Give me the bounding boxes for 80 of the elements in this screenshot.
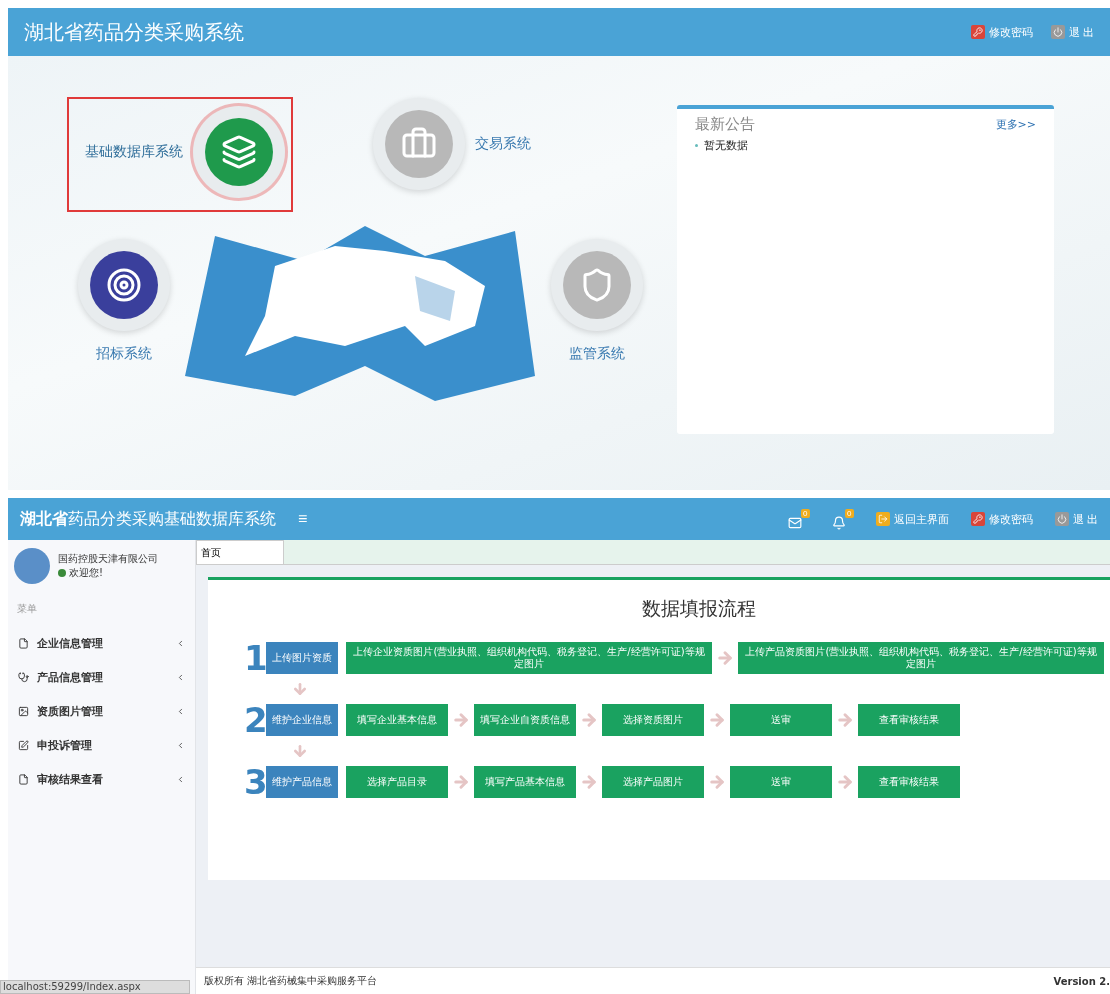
count-badge: 0 [845, 508, 854, 518]
chevron-icon [176, 638, 185, 648]
more-link[interactable]: 更多>> [995, 117, 1036, 132]
mail-icon [787, 515, 802, 530]
flow-step: 上传企业资质图片(营业执照、组织机构代码、税务登记、生产/经营许可证)等规定图片 [346, 642, 712, 674]
bullet-icon [695, 144, 698, 147]
system-label[interactable]: 基础数据库系统 [85, 143, 183, 161]
flow-step: 填写产品基本信息 [474, 766, 576, 798]
image-icon [18, 705, 29, 717]
chevron-icon [176, 706, 185, 716]
power-icon [1056, 514, 1067, 524]
right-arrow-icon [836, 711, 854, 729]
app-title: 湖北省药品分类采购系统 [24, 18, 244, 46]
copyright-text: 版权所有 湖北省药械集中采购服务平台 [204, 974, 378, 988]
phase-label: 维护企业信息 [266, 704, 338, 736]
flow-step: 查看审核结果 [858, 766, 960, 798]
count-badge: 0 [801, 508, 810, 518]
file-icon [18, 637, 29, 649]
logout-link[interactable]: 退 出 [1050, 24, 1094, 40]
flow-step: 填写企业自资质信息 [474, 704, 576, 736]
right-arrow-icon [452, 711, 470, 729]
password-link[interactable]: 修改密码 [970, 511, 1033, 527]
step-number: 3 [244, 766, 266, 798]
menu-heading: 菜单 [16, 602, 38, 616]
notice-item: 暂无数据 [704, 138, 748, 153]
flow-step: 送审 [730, 704, 832, 736]
flow-step: 送审 [730, 766, 832, 798]
phase-label: 维护产品信息 [266, 766, 338, 798]
right-arrow-icon [716, 649, 734, 667]
company-name: 国药控股天津有限公司 [58, 552, 158, 566]
right-arrow-icon [580, 711, 598, 729]
menu-item[interactable]: 申投诉管理 [8, 728, 195, 762]
flow-step: 填写企业基本信息 [346, 704, 448, 736]
phase-label: 上传图片资质 [266, 642, 338, 674]
right-arrow-icon [836, 773, 854, 791]
system-label[interactable]: 招标系统 [96, 345, 152, 363]
system-button[interactable] [78, 239, 170, 331]
right-arrow-icon [580, 773, 598, 791]
right-arrow-icon [452, 773, 470, 791]
key-icon [972, 514, 983, 524]
flow-step: 选择产品目录 [346, 766, 448, 798]
version-text: Version 2. [1053, 975, 1110, 987]
tab[interactable]: 首页 [196, 540, 284, 564]
system-label[interactable]: 交易系统 [475, 135, 531, 153]
power-icon [1052, 27, 1063, 37]
menu-item[interactable]: 产品信息管理 [8, 660, 195, 694]
app-title: 湖北省药品分类采购基础数据库系统 [20, 508, 276, 530]
menu-item[interactable]: 企业信息管理 [8, 626, 195, 660]
flow-step: 选择产品图片 [602, 766, 704, 798]
right-arrow-icon [708, 773, 726, 791]
chevron-icon [176, 740, 185, 750]
online-dot-icon [58, 569, 66, 577]
file-icon [18, 773, 29, 785]
target-icon [106, 267, 142, 303]
system-label[interactable]: 监管系统 [569, 345, 625, 363]
stethoscope-icon [18, 671, 29, 683]
menu-button[interactable]: ≡ [298, 510, 308, 528]
edit-icon [18, 739, 29, 751]
flow-step: 上传产品资质图片(营业执照、组织机构代码、税务登记、生产/经营许可证)等规定图片 [738, 642, 1104, 674]
layers-icon [221, 134, 257, 170]
bell-icon [831, 515, 846, 530]
status-url: localhost:59299/Index.aspx [0, 980, 190, 994]
right-arrow-icon [708, 711, 726, 729]
step-number: 2 [244, 704, 266, 736]
key-icon [972, 27, 983, 37]
password-link[interactable]: 修改密码 [970, 24, 1033, 40]
chevron-icon [176, 672, 185, 682]
chevron-icon [176, 774, 185, 784]
flow-step: 选择资质图片 [602, 704, 704, 736]
avatar [14, 548, 50, 584]
notice-title: 最新公告 [695, 115, 755, 134]
welcome-text: 欢迎您! [69, 566, 103, 580]
logout-link[interactable]: 退 出 [1054, 511, 1098, 527]
flow-step: 查看审核结果 [858, 704, 960, 736]
exit-icon [877, 514, 888, 524]
menu-item[interactable]: 资质图片管理 [8, 694, 195, 728]
flow-title: 数据填报流程 [641, 596, 757, 621]
step-number: 1 [244, 642, 266, 674]
menu-item[interactable]: 审核结果查看 [8, 762, 195, 796]
home-link[interactable]: 返回主界面 [875, 511, 949, 527]
